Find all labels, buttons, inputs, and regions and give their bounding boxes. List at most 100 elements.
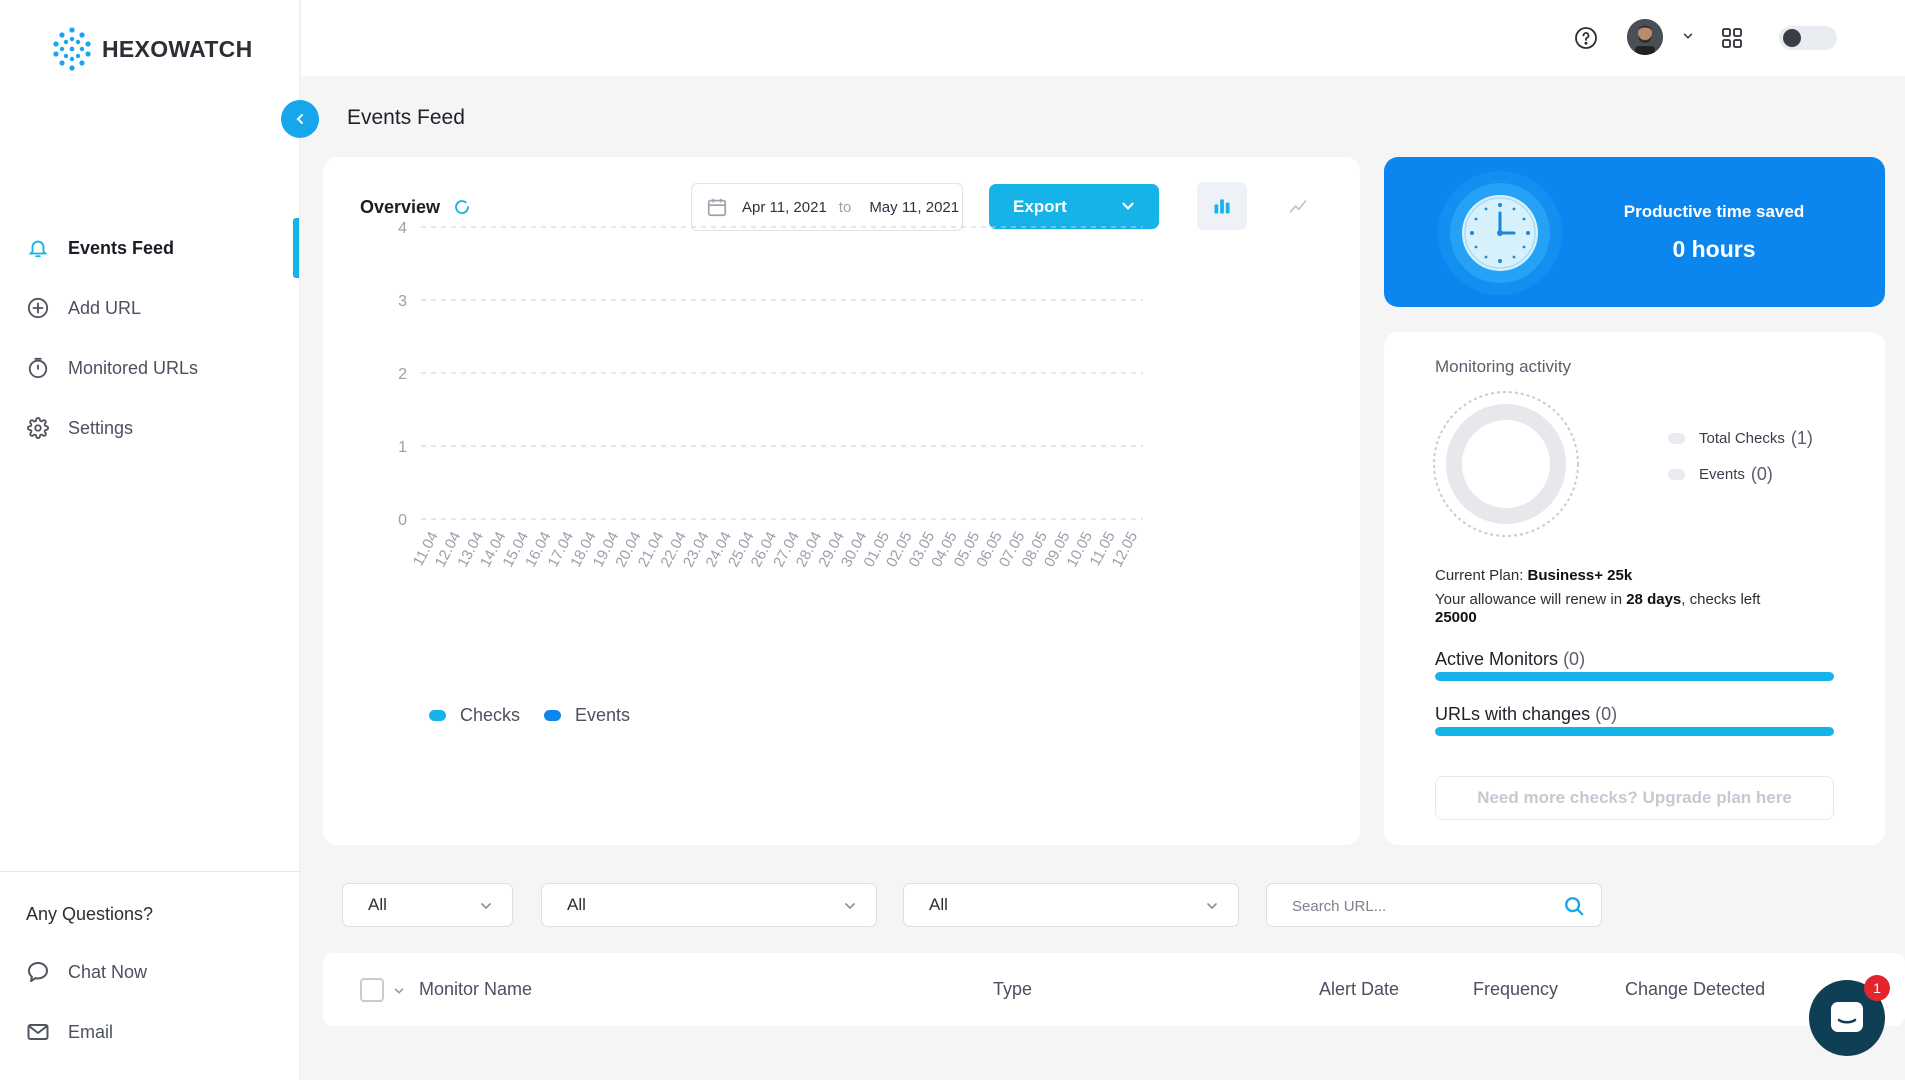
notification-badge: 1 [1864,975,1890,1001]
legend-swatch [1668,433,1685,444]
legend-label: Checks [460,705,521,725]
overview-chart: 4321011.0412.0413.0414.0415.0416.0417.04… [398,220,1143,570]
filter-value: All [368,895,387,914]
current-plan: Current Plan: Business+ 25k [1435,567,1632,584]
allow-days: 28 days [1626,591,1682,608]
search-input[interactable] [1292,895,1552,917]
donut-chart [1433,391,1579,537]
avatar[interactable] [1627,19,1663,55]
sidebar-item-label: Monitored URLs [68,357,199,378]
plan-name: Business+ 25k [1527,567,1633,584]
progress-fill [1435,727,1834,736]
plus-circle-icon [26,296,50,320]
filter-value: All [567,895,586,914]
sidebar-item-label: Add URL [68,297,142,318]
clock-icon [1438,171,1562,295]
sidebar-item-label: Settings [68,417,134,438]
y-tick-label: 3 [398,293,407,310]
upgrade-plan-button[interactable]: Need more checks? Upgrade plan here [1435,776,1834,820]
urls-changes-label: URLs with changes (0) [1435,704,1617,725]
productive-value: 0 hours [1672,236,1756,262]
column-alert-date[interactable]: Alert Date [1319,979,1399,1000]
legend-label: Events [575,705,631,725]
search-url-field [1266,883,1602,927]
urls-changes-count: (0) [1595,704,1618,724]
chevron-down-icon[interactable] [1679,27,1697,45]
search-icon[interactable] [1563,895,1585,917]
apps-grid-icon[interactable] [1719,25,1745,51]
allow-mid: , checks left [1681,591,1761,608]
column-frequency[interactable]: Frequency [1473,979,1558,1000]
column-change-detected[interactable]: Change Detected [1625,979,1765,1000]
select-all-checkbox[interactable] [360,978,384,1002]
filter-select-3[interactable]: All [903,883,1239,927]
chat-icon [1831,1002,1863,1032]
active-monitors-count: (0) [1563,649,1586,669]
monitoring-activity-card: Monitoring activity Total Checks (1) Eve… [1384,332,1885,845]
column-monitor-name[interactable]: Monitor Name [419,979,532,1000]
sidebar-item-settings[interactable]: Settings [0,398,300,458]
sidebar-item-events-feed[interactable]: Events Feed [0,218,300,278]
plan-label: Current Plan: [1435,567,1524,584]
chat-now-label: Chat Now [68,961,148,982]
chat-icon [26,960,50,984]
legend-label: Total Checks [1699,430,1785,447]
filter-select-1[interactable]: All [342,883,513,927]
urls-changes-progress [1435,727,1834,736]
legend-count: (0) [1750,464,1773,484]
page-title: Events Feed [347,106,465,129]
legend-total-checks: Total Checks (1) [1668,428,1813,449]
collapse-sidebar-button[interactable] [281,100,319,138]
divider [0,871,300,872]
bell-icon [26,236,50,260]
active-monitors-text: Active Monitors [1435,649,1559,669]
gear-icon [26,416,50,440]
active-indicator [293,218,299,278]
column-type[interactable]: Type [993,979,1032,1000]
email-link[interactable]: Email [0,1002,300,1062]
urls-changes-text: URLs with changes [1435,704,1591,724]
toggle-knob [1783,29,1801,47]
overview-card: Overview Apr 11, 2021 to May 11, 2021 Ex… [323,157,1360,845]
legend-swatch [429,710,446,721]
sidebar-item-add-url[interactable]: Add URL [0,278,300,338]
productive-time-card: Productive time saved 0 hours [1384,157,1885,307]
email-label: Email [68,1021,114,1042]
allowance-text: Your allowance will renew in 28 days, ch… [1435,591,1835,627]
chevron-down-icon [1207,903,1217,910]
topbar [301,0,1905,76]
legend-events: Events (0) [1668,464,1773,485]
legend-count: (1) [1790,428,1813,448]
filter-value: All [929,895,948,914]
chart-legend: Checks Events [429,705,630,726]
theme-toggle[interactable] [1779,26,1837,50]
allow-prefix: Your allowance will renew in [1435,591,1623,608]
progress-fill [1435,672,1834,681]
sidebar-item-label: Events Feed [68,237,175,258]
chat-now-link[interactable]: Chat Now [0,942,300,1002]
legend-item-checks[interactable]: Checks [429,705,520,726]
y-tick-label: 0 [398,512,407,529]
chevron-down-icon [845,903,855,910]
y-tick-label: 1 [398,439,407,456]
chevron-left-icon [296,114,303,124]
events-table-header: Monitor Name Type Alert Date Frequency C… [323,953,1905,1026]
monitoring-title: Monitoring activity [1435,357,1572,376]
chevron-down-icon[interactable] [392,984,406,998]
brand-name: HEXOWATCH [102,35,253,62]
chevron-down-icon [481,903,491,910]
hexowatch-logo-icon [53,27,91,71]
help-icon[interactable] [1573,25,1599,51]
allow-checks: 25000 [1435,609,1477,626]
legend-swatch [1668,469,1685,480]
legend-item-events[interactable]: Events [544,705,630,726]
logo[interactable]: HEXOWATCH [48,24,253,74]
y-tick-label: 2 [398,366,407,383]
sidebar-item-monitored-urls[interactable]: Monitored URLs [0,338,300,398]
sidebar: HEXOWATCH Events Feed Add URL Monitored … [0,0,300,1080]
active-monitors-label: Active Monitors (0) [1435,649,1585,670]
mail-icon [26,1020,50,1044]
filter-select-2[interactable]: All [541,883,877,927]
legend-swatch [544,710,562,721]
active-monitors-progress [1435,672,1834,681]
